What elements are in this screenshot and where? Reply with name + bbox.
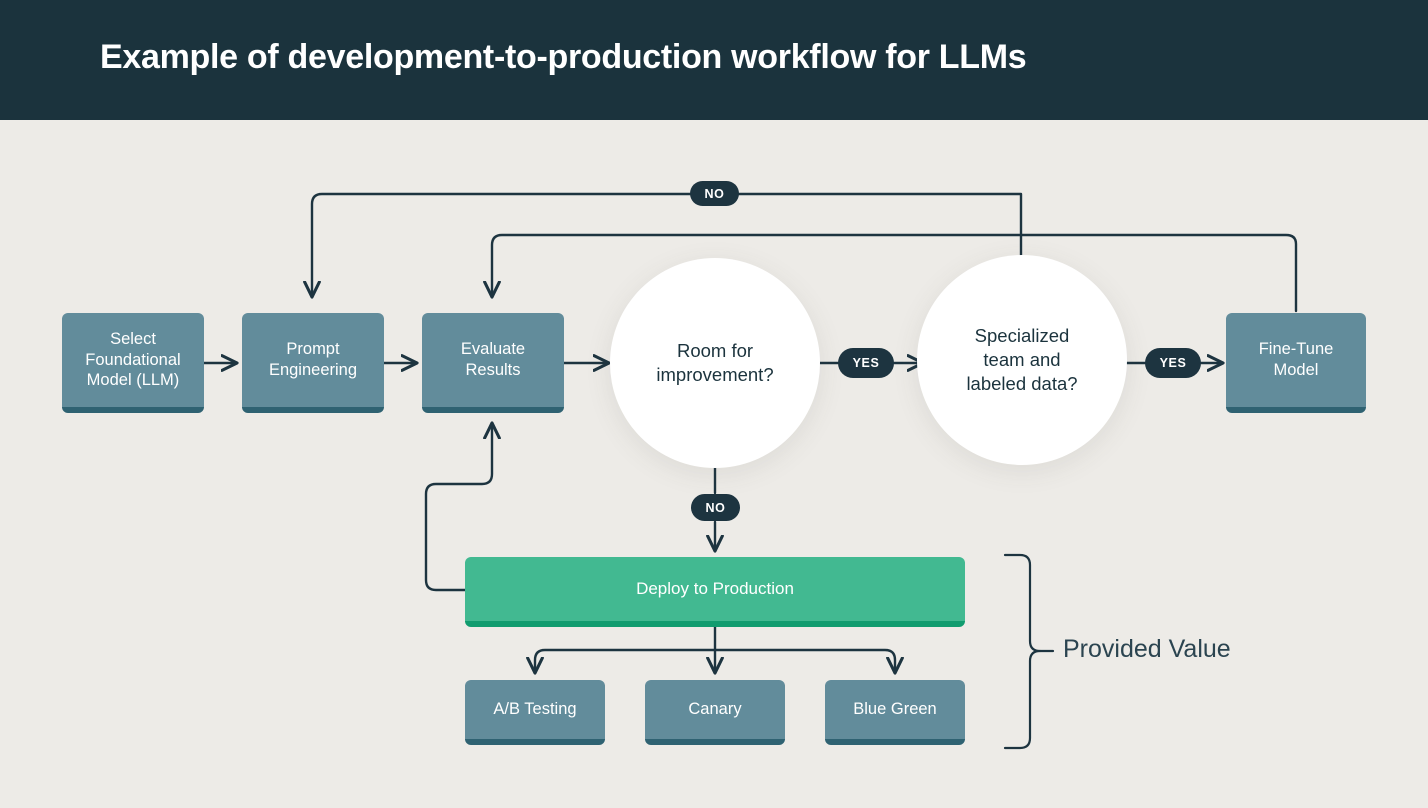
node-label: Deploy to Production xyxy=(636,579,794,599)
node-label: Prompt Engineering xyxy=(268,340,358,379)
node-label: A/B Testing xyxy=(493,700,577,719)
provided-value-bracket xyxy=(1003,553,1042,750)
badge-yes-improvement: YES xyxy=(838,348,894,378)
provided-value-label: Provided Value xyxy=(1063,635,1231,663)
badge-label: YES xyxy=(1159,356,1187,370)
edge-deploy-to-bluegreen xyxy=(713,648,895,672)
node-prompt-engineering[interactable]: Prompt Engineering xyxy=(242,313,384,413)
decision-label: Specialized team and labeled data? xyxy=(966,324,1078,395)
node-label: Evaluate Results xyxy=(460,340,526,379)
badge-yes-specialized: YES xyxy=(1145,348,1201,378)
badge-no-deploy: NO xyxy=(691,494,740,521)
badge-label: YES xyxy=(852,356,880,370)
node-label: Blue Green xyxy=(853,700,937,719)
edge-deploy-to-ab xyxy=(535,648,717,672)
node-fine-tune-model[interactable]: Fine-Tune Model xyxy=(1226,313,1366,413)
node-label: Fine-Tune Model xyxy=(1258,340,1334,379)
node-deploy-to-production[interactable]: Deploy to Production xyxy=(465,557,965,627)
page-header: Example of development-to-production wor… xyxy=(0,0,1428,120)
badge-label: NO xyxy=(705,500,726,515)
node-ab-testing[interactable]: A/B Testing xyxy=(465,680,605,745)
diagram-canvas: Example of development-to-production wor… xyxy=(0,0,1428,808)
node-select-foundational-model[interactable]: Select Foundational Model (LLM) xyxy=(62,313,204,413)
decision-specialized-team[interactable]: Specialized team and labeled data? xyxy=(917,255,1127,465)
decision-room-for-improvement[interactable]: Room for improvement? xyxy=(610,258,820,468)
node-blue-green[interactable]: Blue Green xyxy=(825,680,965,745)
node-label: Canary xyxy=(688,700,742,719)
node-label: Select Foundational Model (LLM) xyxy=(85,329,181,390)
node-canary[interactable]: Canary xyxy=(645,680,785,745)
decision-label: Room for improvement? xyxy=(656,339,774,385)
node-evaluate-results[interactable]: Evaluate Results xyxy=(422,313,564,413)
edge-finetune-to-evaluate xyxy=(492,233,1298,313)
page-title: Example of development-to-production wor… xyxy=(100,38,1027,76)
badge-no-top: NO xyxy=(690,181,739,206)
badge-label: NO xyxy=(704,186,725,201)
